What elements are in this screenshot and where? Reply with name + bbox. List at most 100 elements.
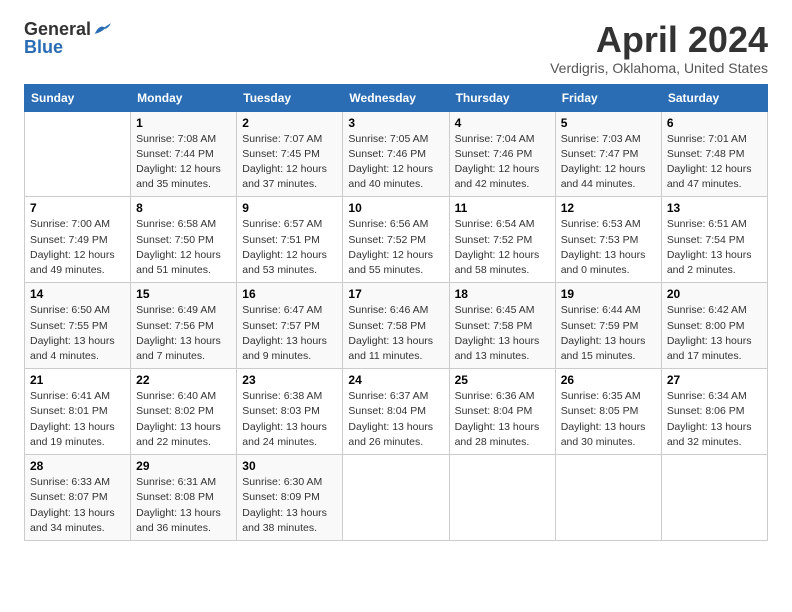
day-number: 20 xyxy=(667,287,762,301)
day-info: Sunrise: 6:42 AM Sunset: 8:00 PM Dayligh… xyxy=(667,304,752,362)
day-info: Sunrise: 6:50 AM Sunset: 7:55 PM Dayligh… xyxy=(30,304,115,362)
calendar-cell xyxy=(25,111,131,197)
calendar-cell: 13 Sunrise: 6:51 AM Sunset: 7:54 PM Dayli… xyxy=(661,197,767,283)
day-of-week-header: Tuesday xyxy=(237,84,343,111)
logo: General Blue xyxy=(24,20,111,56)
calendar-week-row: 28 Sunrise: 6:33 AM Sunset: 8:07 PM Dayli… xyxy=(25,455,768,541)
day-of-week-header: Friday xyxy=(555,84,661,111)
calendar-cell: 18 Sunrise: 6:45 AM Sunset: 7:58 PM Dayli… xyxy=(449,283,555,369)
calendar-cell: 8Sunrise: 6:58 AM Sunset: 7:50 PM Daylig… xyxy=(131,197,237,283)
day-info: Sunrise: 6:31 AM Sunset: 8:08 PM Dayligh… xyxy=(136,476,221,534)
day-info: Sunrise: 7:04 AM Sunset: 7:46 PM Dayligh… xyxy=(455,133,540,191)
calendar-cell: 14 Sunrise: 6:50 AM Sunset: 7:55 PM Dayli… xyxy=(25,283,131,369)
day-info: Sunrise: 7:07 AM Sunset: 7:45 PM Dayligh… xyxy=(242,133,327,191)
calendar-body: 1 Sunrise: 7:08 AM Sunset: 7:44 PM Daylig… xyxy=(25,111,768,540)
day-number: 7 xyxy=(30,201,125,215)
day-info: Sunrise: 6:56 AM Sunset: 7:52 PM Dayligh… xyxy=(348,218,433,276)
calendar-cell: 3Sunrise: 7:05 AM Sunset: 7:46 PM Daylig… xyxy=(343,111,449,197)
logo-general-text: General xyxy=(24,20,91,38)
day-info: Sunrise: 6:49 AM Sunset: 7:56 PM Dayligh… xyxy=(136,304,221,362)
title-block: April 2024 Verdigris, Oklahoma, United S… xyxy=(550,20,768,76)
calendar-cell: 11Sunrise: 6:54 AM Sunset: 7:52 PM Dayli… xyxy=(449,197,555,283)
calendar-table: SundayMondayTuesdayWednesdayThursdayFrid… xyxy=(24,84,768,541)
calendar-cell: 22 Sunrise: 6:40 AM Sunset: 8:02 PM Dayli… xyxy=(131,369,237,455)
day-info: Sunrise: 6:35 AM Sunset: 8:05 PM Dayligh… xyxy=(561,390,646,448)
calendar-cell: 2 Sunrise: 7:07 AM Sunset: 7:45 PM Daylig… xyxy=(237,111,343,197)
day-info: Sunrise: 6:57 AM Sunset: 7:51 PM Dayligh… xyxy=(242,218,327,276)
day-info: Sunrise: 7:05 AM Sunset: 7:46 PM Dayligh… xyxy=(348,133,433,191)
calendar-cell: 17 Sunrise: 6:46 AM Sunset: 7:58 PM Dayli… xyxy=(343,283,449,369)
day-info: Sunrise: 6:30 AM Sunset: 8:09 PM Dayligh… xyxy=(242,476,327,534)
day-number: 28 xyxy=(30,459,125,473)
calendar-cell: 4 Sunrise: 7:04 AM Sunset: 7:46 PM Daylig… xyxy=(449,111,555,197)
calendar-cell: 30 Sunrise: 6:30 AM Sunset: 8:09 PM Dayli… xyxy=(237,455,343,541)
day-number: 13 xyxy=(667,201,762,215)
days-of-week-row: SundayMondayTuesdayWednesdayThursdayFrid… xyxy=(25,84,768,111)
calendar-cell: 9 Sunrise: 6:57 AM Sunset: 7:51 PM Daylig… xyxy=(237,197,343,283)
day-info: Sunrise: 6:34 AM Sunset: 8:06 PM Dayligh… xyxy=(667,390,752,448)
calendar-week-row: 21 Sunrise: 6:41 AM Sunset: 8:01 PM Dayli… xyxy=(25,369,768,455)
day-info: Sunrise: 7:08 AM Sunset: 7:44 PM Dayligh… xyxy=(136,133,221,191)
day-number: 1 xyxy=(136,116,231,130)
day-number: 17 xyxy=(348,287,443,301)
day-number: 12 xyxy=(561,201,656,215)
day-of-week-header: Saturday xyxy=(661,84,767,111)
calendar-cell: 7 Sunrise: 7:00 AM Sunset: 7:49 PM Daylig… xyxy=(25,197,131,283)
calendar-cell: 28 Sunrise: 6:33 AM Sunset: 8:07 PM Dayli… xyxy=(25,455,131,541)
day-info: Sunrise: 6:46 AM Sunset: 7:58 PM Dayligh… xyxy=(348,304,433,362)
calendar-week-row: 14 Sunrise: 6:50 AM Sunset: 7:55 PM Dayli… xyxy=(25,283,768,369)
day-number: 14 xyxy=(30,287,125,301)
calendar-cell: 21 Sunrise: 6:41 AM Sunset: 8:01 PM Dayli… xyxy=(25,369,131,455)
calendar-header: SundayMondayTuesdayWednesdayThursdayFrid… xyxy=(25,84,768,111)
calendar-cell: 29Sunrise: 6:31 AM Sunset: 8:08 PM Dayli… xyxy=(131,455,237,541)
day-of-week-header: Thursday xyxy=(449,84,555,111)
month-title: April 2024 xyxy=(550,20,768,60)
day-number: 23 xyxy=(242,373,337,387)
day-number: 18 xyxy=(455,287,550,301)
day-info: Sunrise: 7:01 AM Sunset: 7:48 PM Dayligh… xyxy=(667,133,752,191)
day-info: Sunrise: 7:03 AM Sunset: 7:47 PM Dayligh… xyxy=(561,133,646,191)
calendar-cell: 27Sunrise: 6:34 AM Sunset: 8:06 PM Dayli… xyxy=(661,369,767,455)
page-header: General Blue April 2024 Verdigris, Oklah… xyxy=(24,20,768,76)
day-info: Sunrise: 6:53 AM Sunset: 7:53 PM Dayligh… xyxy=(561,218,646,276)
calendar-cell xyxy=(661,455,767,541)
day-number: 6 xyxy=(667,116,762,130)
day-number: 10 xyxy=(348,201,443,215)
day-info: Sunrise: 6:44 AM Sunset: 7:59 PM Dayligh… xyxy=(561,304,646,362)
day-number: 4 xyxy=(455,116,550,130)
day-number: 5 xyxy=(561,116,656,130)
day-number: 9 xyxy=(242,201,337,215)
calendar-cell: 25 Sunrise: 6:36 AM Sunset: 8:04 PM Dayli… xyxy=(449,369,555,455)
day-of-week-header: Sunday xyxy=(25,84,131,111)
day-info: Sunrise: 7:00 AM Sunset: 7:49 PM Dayligh… xyxy=(30,218,115,276)
calendar-cell: 10 Sunrise: 6:56 AM Sunset: 7:52 PM Dayli… xyxy=(343,197,449,283)
day-info: Sunrise: 6:40 AM Sunset: 8:02 PM Dayligh… xyxy=(136,390,221,448)
day-number: 21 xyxy=(30,373,125,387)
day-info: Sunrise: 6:38 AM Sunset: 8:03 PM Dayligh… xyxy=(242,390,327,448)
day-number: 22 xyxy=(136,373,231,387)
logo-blue-text: Blue xyxy=(24,38,111,56)
day-info: Sunrise: 6:33 AM Sunset: 8:07 PM Dayligh… xyxy=(30,476,115,534)
calendar-cell: 16 Sunrise: 6:47 AM Sunset: 7:57 PM Dayli… xyxy=(237,283,343,369)
day-info: Sunrise: 6:37 AM Sunset: 8:04 PM Dayligh… xyxy=(348,390,433,448)
calendar-week-row: 1 Sunrise: 7:08 AM Sunset: 7:44 PM Daylig… xyxy=(25,111,768,197)
location-title: Verdigris, Oklahoma, United States xyxy=(550,60,768,76)
day-number: 8 xyxy=(136,201,231,215)
day-info: Sunrise: 6:41 AM Sunset: 8:01 PM Dayligh… xyxy=(30,390,115,448)
day-number: 16 xyxy=(242,287,337,301)
calendar-cell: 6 Sunrise: 7:01 AM Sunset: 7:48 PM Daylig… xyxy=(661,111,767,197)
day-number: 2 xyxy=(242,116,337,130)
calendar-cell: 23 Sunrise: 6:38 AM Sunset: 8:03 PM Dayli… xyxy=(237,369,343,455)
day-info: Sunrise: 6:36 AM Sunset: 8:04 PM Dayligh… xyxy=(455,390,540,448)
day-number: 15 xyxy=(136,287,231,301)
day-info: Sunrise: 6:47 AM Sunset: 7:57 PM Dayligh… xyxy=(242,304,327,362)
day-number: 25 xyxy=(455,373,550,387)
calendar-week-row: 7 Sunrise: 7:00 AM Sunset: 7:49 PM Daylig… xyxy=(25,197,768,283)
calendar-cell: 1 Sunrise: 7:08 AM Sunset: 7:44 PM Daylig… xyxy=(131,111,237,197)
day-info: Sunrise: 6:51 AM Sunset: 7:54 PM Dayligh… xyxy=(667,218,752,276)
day-number: 30 xyxy=(242,459,337,473)
day-info: Sunrise: 6:45 AM Sunset: 7:58 PM Dayligh… xyxy=(455,304,540,362)
calendar-cell xyxy=(555,455,661,541)
day-of-week-header: Wednesday xyxy=(343,84,449,111)
day-number: 24 xyxy=(348,373,443,387)
